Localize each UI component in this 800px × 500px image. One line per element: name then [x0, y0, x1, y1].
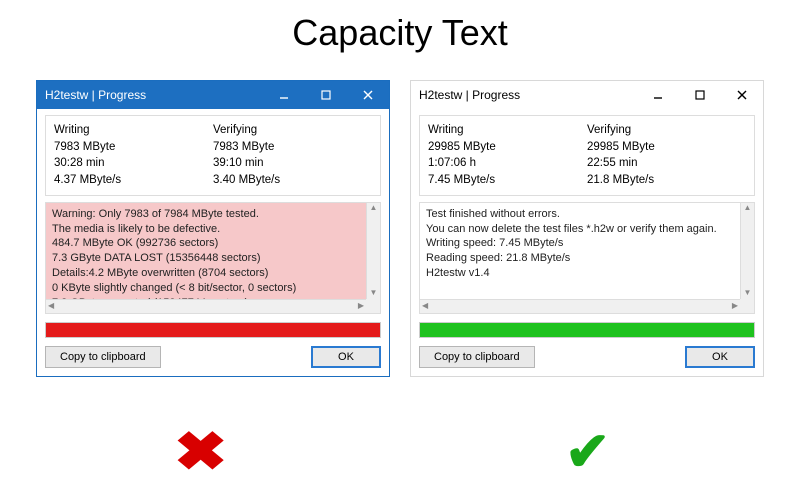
window-title: H2testw | Progress [45, 88, 146, 102]
maximize-icon [320, 89, 332, 101]
verifying-column: Verifying 29985 MByte 22:55 min 21.8 MBy… [587, 122, 746, 189]
verifying-speed: 3.40 MByte/s [213, 172, 372, 189]
log-textarea[interactable]: Test finished without errors. You can no… [419, 202, 755, 314]
copy-to-clipboard-button[interactable]: Copy to clipboard [45, 346, 161, 368]
log-line: Test finished without errors. [426, 207, 740, 222]
scroll-up-icon: ▲ [370, 203, 378, 214]
scrollbar-vertical[interactable]: ▲▼ [366, 203, 380, 299]
scroll-down-icon: ▼ [744, 288, 752, 299]
close-button[interactable] [347, 81, 389, 109]
verifying-size: 7983 MByte [213, 139, 372, 156]
stats-panel: Writing 7983 MByte 30:28 min 4.37 MByte/… [45, 115, 381, 196]
titlebar: H2testw | Progress [411, 81, 763, 109]
scroll-left-icon: ◀ [422, 301, 428, 312]
verifying-time: 22:55 min [587, 155, 746, 172]
writing-size: 7983 MByte [54, 139, 213, 156]
verifying-column: Verifying 7983 MByte 39:10 min 3.40 MByt… [213, 122, 372, 189]
window-title: H2testw | Progress [419, 88, 520, 102]
copy-to-clipboard-button[interactable]: Copy to clipboard [419, 346, 535, 368]
log-textarea[interactable]: Warning: Only 7983 of 7984 MByte tested.… [45, 202, 381, 314]
progress-bar [419, 322, 755, 338]
pass-mark-icon: ✔ [565, 420, 610, 483]
verifying-time: 39:10 min [213, 155, 372, 172]
writing-speed: 4.37 MByte/s [54, 172, 213, 189]
writing-header: Writing [54, 122, 213, 139]
dialog-pair: H2testw | Progress Writing 7983 MByte [0, 80, 800, 377]
scroll-corner [366, 299, 380, 313]
writing-time: 30:28 min [54, 155, 213, 172]
scroll-right-icon: ▶ [358, 301, 364, 312]
button-row: Copy to clipboard OK [419, 346, 755, 368]
close-icon [736, 89, 748, 101]
dialog-pass: H2testw | Progress Writing 29985 MByte [410, 80, 764, 377]
log-line: Details:4.2 MByte overwritten (8704 sect… [52, 266, 366, 281]
stats-panel: Writing 29985 MByte 1:07:06 h 7.45 MByte… [419, 115, 755, 196]
writing-speed: 7.45 MByte/s [428, 172, 587, 189]
comparison-stage: Capacity Text H2testw | Progress [0, 0, 800, 500]
verifying-header: Verifying [587, 122, 746, 139]
writing-column: Writing 29985 MByte 1:07:06 h 7.45 MByte… [428, 122, 587, 189]
writing-header: Writing [428, 122, 587, 139]
log-line: 7.3 GByte DATA LOST (15356448 sectors) [52, 251, 366, 266]
log-line: Writing speed: 7.45 MByte/s [426, 236, 740, 251]
ok-button[interactable]: OK [685, 346, 755, 368]
log-line: Reading speed: 21.8 MByte/s [426, 251, 740, 266]
verifying-header: Verifying [213, 122, 372, 139]
scrollbar-horizontal[interactable]: ◀▶ [46, 299, 366, 313]
scroll-left-icon: ◀ [48, 301, 54, 312]
close-button[interactable] [721, 81, 763, 109]
minimize-icon [278, 89, 290, 101]
scroll-down-icon: ▼ [370, 288, 378, 299]
page-title: Capacity Text [0, 12, 800, 54]
ok-button[interactable]: OK [311, 346, 381, 368]
verifying-size: 29985 MByte [587, 139, 746, 156]
scroll-corner [740, 299, 754, 313]
writing-time: 1:07:06 h [428, 155, 587, 172]
dialog-fail: H2testw | Progress Writing 7983 MByte [36, 80, 390, 377]
scroll-right-icon: ▶ [732, 301, 738, 312]
titlebar: H2testw | Progress [37, 81, 389, 109]
writing-column: Writing 7983 MByte 30:28 min 4.37 MByte/… [54, 122, 213, 189]
verifying-speed: 21.8 MByte/s [587, 172, 746, 189]
log-line: The media is likely to be defective. [52, 222, 366, 237]
log-line: 0 KByte slightly changed (< 8 bit/sector… [52, 281, 366, 296]
minimize-icon [652, 89, 664, 101]
scroll-up-icon: ▲ [744, 203, 752, 214]
close-icon [362, 89, 374, 101]
log-line: You can now delete the test files *.h2w … [426, 222, 740, 237]
progress-bar [45, 322, 381, 338]
minimize-button[interactable] [263, 81, 305, 109]
fail-mark-icon: ✖ [173, 420, 227, 483]
minimize-button[interactable] [637, 81, 679, 109]
maximize-button[interactable] [679, 81, 721, 109]
log-line: 484.7 MByte OK (992736 sectors) [52, 236, 366, 251]
scrollbar-horizontal[interactable]: ◀▶ [420, 299, 740, 313]
log-line: Warning: Only 7983 of 7984 MByte tested. [52, 207, 366, 222]
maximize-icon [694, 89, 706, 101]
writing-size: 29985 MByte [428, 139, 587, 156]
log-line: H2testw v1.4 [426, 266, 740, 281]
button-row: Copy to clipboard OK [45, 346, 381, 368]
maximize-button[interactable] [305, 81, 347, 109]
scrollbar-vertical[interactable]: ▲▼ [740, 203, 754, 299]
